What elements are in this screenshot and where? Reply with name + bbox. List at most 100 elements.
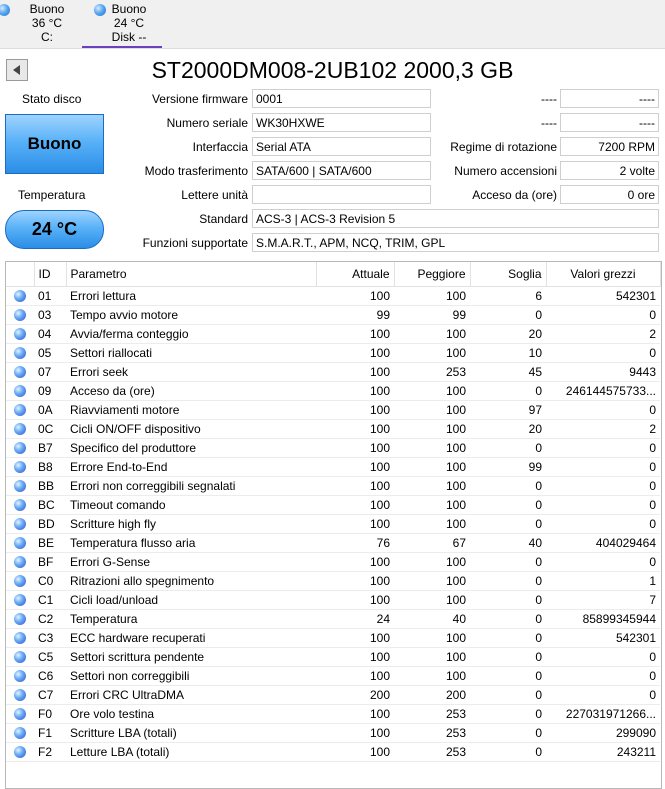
- attr-threshold: 0: [470, 704, 546, 724]
- attr-name: Ore volo testina: [66, 704, 316, 724]
- table-row[interactable]: BE Temperatura flusso aria 76 67 40 404029464: [6, 533, 660, 553]
- table-row[interactable]: 07 Errori seek 100 253 45 9443: [6, 362, 660, 382]
- attr-raw: 0: [546, 495, 660, 515]
- table-row[interactable]: C6 Settori non correggibili 100 100 0 0: [6, 666, 660, 686]
- attr-worst: 99: [394, 305, 470, 325]
- table-row[interactable]: C1 Cicli load/unload 100 100 0 7: [6, 590, 660, 610]
- attr-name: Temperatura flusso aria: [66, 533, 316, 553]
- table-row[interactable]: C3 ECC hardware recuperati 100 100 0 542301: [6, 628, 660, 648]
- attr-id: BD: [34, 514, 66, 534]
- status-dot-icon: [14, 746, 26, 758]
- table-row[interactable]: BD Scritture high fly 100 100 0 0: [6, 514, 660, 534]
- attr-threshold: 0: [470, 476, 546, 496]
- attr-threshold: 20: [470, 324, 546, 344]
- status-dot-icon: [14, 366, 26, 378]
- table-row[interactable]: C2 Temperatura 24 40 0 85899345944: [6, 609, 660, 629]
- param-column-header[interactable]: Parametro: [66, 262, 317, 287]
- attr-id: 07: [34, 362, 66, 382]
- smart-table[interactable]: ID Parametro Attuale Peggiore Soglia Val…: [5, 261, 662, 789]
- tab-status: Buono: [29, 2, 65, 16]
- attr-threshold: 0: [470, 685, 546, 705]
- table-row[interactable]: 0C Cicli ON/OFF dispositivo 100 100 20 2: [6, 419, 660, 439]
- current-column-header[interactable]: Attuale: [316, 262, 395, 287]
- attr-id: BC: [34, 495, 66, 515]
- attr-name: ECC hardware recuperati: [66, 628, 316, 648]
- worst-column-header[interactable]: Peggiore: [394, 262, 471, 287]
- table-row[interactable]: F2 Letture LBA (totali) 100 253 0 243211: [6, 742, 660, 762]
- table-row[interactable]: B8 Errore End-to-End 100 100 99 0: [6, 457, 660, 477]
- attr-threshold: 0: [470, 381, 546, 401]
- status-cell: [6, 628, 34, 648]
- table-row[interactable]: BC Timeout comando 100 100 0 0: [6, 495, 660, 515]
- status-dot-icon: [14, 708, 26, 720]
- table-row[interactable]: F0 Ore volo testina 100 253 0 227031971266...: [6, 704, 660, 724]
- attr-id: C3: [34, 628, 66, 648]
- threshold-column-header[interactable]: Soglia: [470, 262, 547, 287]
- health-status-button[interactable]: Buono: [5, 114, 104, 174]
- attr-worst: 100: [394, 343, 470, 363]
- firmware-field: 0001: [252, 89, 431, 108]
- status-dot-icon: [14, 670, 26, 682]
- status-dot-icon: [14, 461, 26, 473]
- attr-raw: 542301: [546, 286, 660, 306]
- status-dot-icon: [14, 537, 26, 549]
- attr-current: 100: [316, 628, 394, 648]
- attr-raw: 0: [546, 305, 660, 325]
- attr-current: 100: [316, 286, 394, 306]
- attr-worst: 200: [394, 685, 470, 705]
- table-row[interactable]: 01 Errori lettura 100 100 6 542301: [6, 286, 660, 306]
- table-row[interactable]: 03 Tempo avvio motore 99 99 0 0: [6, 305, 660, 325]
- table-row[interactable]: C0 Ritrazioni allo spegnimento 100 100 0 1: [6, 571, 660, 591]
- firmware-label: Versione firmware: [151, 92, 248, 106]
- status-column-header[interactable]: [6, 262, 35, 287]
- attr-threshold: 6: [470, 286, 546, 306]
- attr-current: 100: [316, 723, 394, 743]
- attr-threshold: 0: [470, 628, 546, 648]
- attr-current: 200: [316, 685, 394, 705]
- attr-threshold: 0: [470, 723, 546, 743]
- attr-worst: 100: [394, 552, 470, 572]
- table-row[interactable]: B7 Specifico del produttore 100 100 0 0: [6, 438, 660, 458]
- table-row[interactable]: F1 Scritture LBA (totali) 100 253 0 299090: [6, 723, 660, 743]
- attr-threshold: 0: [470, 438, 546, 458]
- raw-column-header[interactable]: Valori grezzi: [546, 262, 661, 287]
- attr-threshold: 40: [470, 533, 546, 553]
- attr-worst: 67: [394, 533, 470, 553]
- serial-field: WK30HXWE: [252, 113, 431, 132]
- attr-name: Cicli ON/OFF dispositivo: [66, 419, 316, 439]
- attr-threshold: 20: [470, 419, 546, 439]
- table-row[interactable]: C5 Settori scrittura pendente 100 100 0 0: [6, 647, 660, 667]
- attr-current: 100: [316, 324, 394, 344]
- table-row[interactable]: 0A Riavviamenti motore 100 100 97 0: [6, 400, 660, 420]
- disk-tab-disk[interactable]: Buono 24 °C Disk --: [82, 2, 162, 48]
- status-dot-icon: [14, 404, 26, 416]
- table-row[interactable]: BB Errori non correggibili segnalati 100 10…: [6, 476, 660, 496]
- attr-name: Ritrazioni allo spegnimento: [66, 571, 316, 591]
- status-dot-icon: [14, 385, 26, 397]
- table-row[interactable]: 05 Settori riallocati 100 100 10 0: [6, 343, 660, 363]
- status-cell: [6, 419, 34, 439]
- status-cell: [6, 704, 34, 724]
- disk-tab-bar: Buono 36 °C C: Buono 24 °C Disk --: [0, 0, 665, 49]
- health-label: Stato disco: [22, 92, 82, 106]
- attr-worst: 100: [394, 647, 470, 667]
- tab-drive: C:: [41, 30, 53, 44]
- disk-tab-c[interactable]: Buono 36 °C C:: [0, 2, 80, 46]
- table-row[interactable]: BF Errori G-Sense 100 100 0 0: [6, 552, 660, 572]
- temperature-status-button[interactable]: 24 °C: [5, 210, 104, 249]
- attr-current: 100: [316, 343, 394, 363]
- id-column-header[interactable]: ID: [34, 262, 67, 287]
- attr-id: 05: [34, 343, 66, 363]
- attr-current: 100: [316, 457, 394, 477]
- attr-current: 100: [316, 514, 394, 534]
- power-on-hours-label: Acceso da (ore): [472, 188, 557, 202]
- serial-label: Numero seriale: [166, 116, 248, 130]
- table-row[interactable]: 09 Acceso da (ore) 100 100 0 246144575733...: [6, 381, 660, 401]
- table-row[interactable]: 04 Avvia/ferma conteggio 100 100 20 2: [6, 324, 660, 344]
- attr-id: 04: [34, 324, 66, 344]
- attr-name: Errori non correggibili segnalati: [66, 476, 316, 496]
- attr-raw: 0: [546, 647, 660, 667]
- status-cell: [6, 362, 34, 382]
- attr-threshold: 45: [470, 362, 546, 382]
- table-row[interactable]: C7 Errori CRC UltraDMA 200 200 0 0: [6, 685, 660, 705]
